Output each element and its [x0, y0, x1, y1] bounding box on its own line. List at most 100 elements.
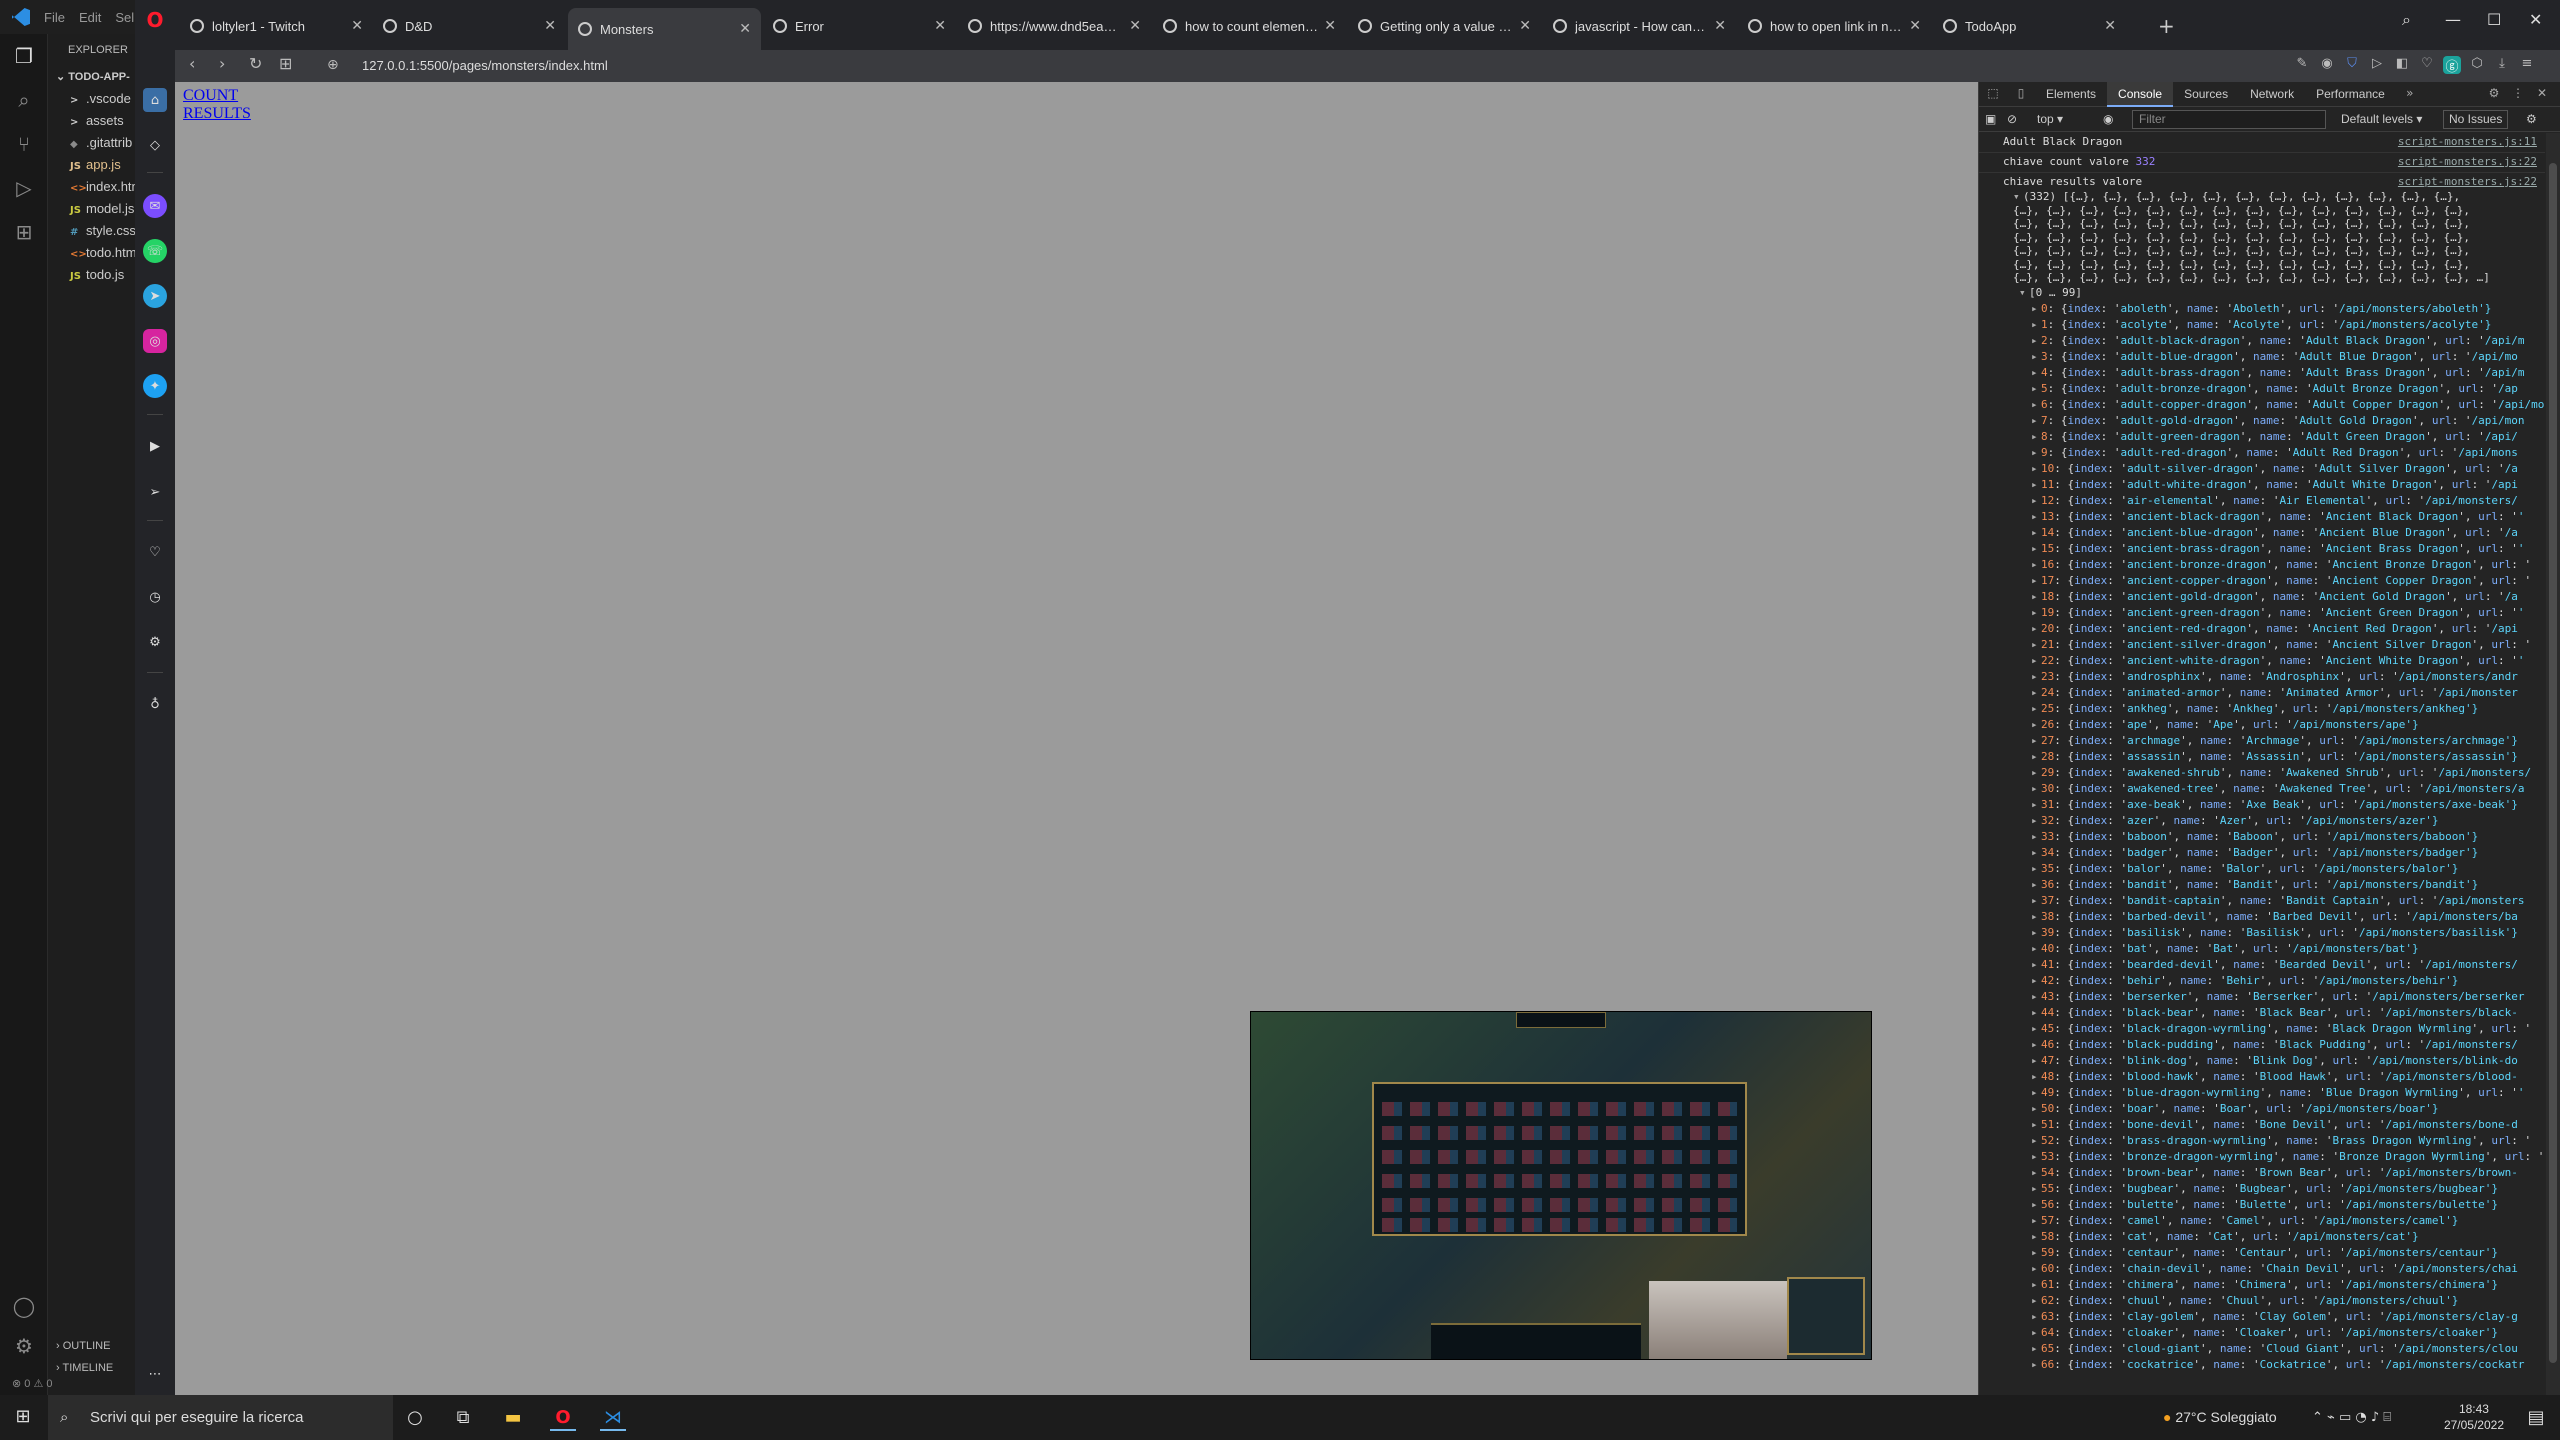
opera-taskbar-icon[interactable]: O [550, 1405, 576, 1431]
expand-caret-icon[interactable]: ▸ [2031, 541, 2041, 557]
more-tabs-icon[interactable]: » [2402, 86, 2418, 102]
vscode-taskbar-icon[interactable]: ⋊ [600, 1405, 626, 1431]
array-item[interactable]: ▸ 9: {index: 'adult-red-dragon', name: 'A… [1979, 445, 2545, 461]
array-item[interactable]: ▸ 48: {index: 'blood-hawk', name: 'Blood … [1979, 1069, 2545, 1085]
expand-caret-icon[interactable]: ▸ [2031, 1165, 2041, 1181]
settings-gear-icon[interactable]: ⚙ [2486, 86, 2502, 102]
expand-caret-icon[interactable]: ▸ [2031, 349, 2041, 365]
expand-caret-icon[interactable]: ▸ [2031, 877, 2041, 893]
array-item[interactable]: ▸ 37: {index: 'bandit-captain', name: 'Ba… [1979, 893, 2545, 909]
array-group[interactable]: ▾ [0 … 99] [1979, 285, 2545, 301]
expand-caret-icon[interactable]: ▸ [2031, 1053, 2041, 1069]
expand-caret-icon[interactable]: ▸ [2031, 1261, 2041, 1277]
expand-caret-icon[interactable]: ▸ [2031, 749, 2041, 765]
expand-caret-icon[interactable]: ▸ [2031, 557, 2041, 573]
expand-caret-icon[interactable]: ▸ [2031, 1325, 2041, 1341]
expand-caret-icon[interactable]: ▸ [2031, 301, 2041, 317]
download-icon[interactable]: ⤓ [2493, 56, 2511, 74]
array-item[interactable]: ▸ 31: {index: 'axe-beak', name: 'Axe Beak… [1979, 797, 2545, 813]
tab-sources[interactable]: Sources [2173, 82, 2239, 107]
forward-button[interactable]: › [219, 54, 225, 73]
array-item[interactable]: ▸ 56: {index: 'bulette', name: 'Bulette',… [1979, 1197, 2545, 1213]
device-toolbar-icon[interactable]: ▯ [2013, 86, 2029, 102]
expand-caret-icon[interactable]: ▸ [2031, 669, 2041, 685]
array-item[interactable]: ▸ 21: {index: 'ancient-silver-dragon', na… [1979, 637, 2545, 653]
expand-caret-icon[interactable]: ▸ [2031, 413, 2041, 429]
array-item[interactable]: ▸ 66: {index: 'cockatrice', name: 'Cockat… [1979, 1357, 2545, 1373]
source-link[interactable]: script-monsters.js:22 [2398, 175, 2537, 189]
file-tree-item[interactable]: JS todo.js [48, 264, 135, 286]
array-item[interactable]: ▸ 30: {index: 'awakened-tree', name: 'Awa… [1979, 781, 2545, 797]
expand-caret-icon[interactable]: ▸ [2031, 909, 2041, 925]
expand-caret-icon[interactable]: ▾ [2019, 285, 2029, 301]
file-tree-item[interactable]: <>todo.htm [48, 242, 135, 264]
send-icon[interactable]: ➢ [143, 480, 167, 504]
console-scrollbar[interactable] [2546, 133, 2560, 1395]
account-icon[interactable]: ◯ [12, 1294, 36, 1318]
explorer-icon[interactable]: ❐ [12, 44, 36, 68]
source-control-icon[interactable]: ⑂ [12, 132, 36, 156]
tips-bulb-icon[interactable]: ♁ [143, 692, 167, 716]
expand-caret-icon[interactable]: ▸ [2031, 941, 2041, 957]
close-tab-icon[interactable]: ✕ [351, 18, 363, 34]
expand-caret-icon[interactable]: ▸ [2031, 1117, 2041, 1133]
new-tab-button[interactable]: + [2158, 14, 2175, 38]
tabs-overview-button[interactable]: ⊞ [279, 54, 292, 73]
whatsapp-icon[interactable]: ☏ [143, 239, 167, 263]
expand-caret-icon[interactable]: ▸ [2031, 781, 2041, 797]
expand-caret-icon[interactable]: ▸ [2031, 685, 2041, 701]
array-item[interactable]: ▸ 32: {index: 'azer', name: 'Azer', url: … [1979, 813, 2545, 829]
array-item[interactable]: ▸ 62: {index: 'chuul', name: 'Chuul', url… [1979, 1293, 2545, 1309]
array-item[interactable]: ▸ 27: {index: 'archmage', name: 'Archmage… [1979, 733, 2545, 749]
expand-caret-icon[interactable]: ▸ [2031, 1309, 2041, 1325]
windows-start-icon[interactable]: ⊞ [10, 1404, 36, 1430]
array-item[interactable]: ▸ 34: {index: 'badger', name: 'Badger', u… [1979, 845, 2545, 861]
expand-caret-icon[interactable]: ▸ [2031, 525, 2041, 541]
array-item[interactable]: ▸ 5: {index: 'adult-bronze-dragon', name:… [1979, 381, 2545, 397]
array-item[interactable]: ▸ 50: {index: 'boar', name: 'Boar', url: … [1979, 1101, 2545, 1117]
settings-gear-icon[interactable]: ⚙ [143, 630, 167, 654]
expand-caret-icon[interactable]: ▸ [2031, 1293, 2041, 1309]
close-tab-icon[interactable]: ✕ [739, 21, 751, 37]
crypto-wallet-icon[interactable]: ◧ [2393, 56, 2411, 74]
taskbar-clock[interactable]: 18:43 27/05/2022 [2444, 1401, 2504, 1433]
project-folder[interactable]: ⌄ TODO-APP- [48, 66, 135, 88]
close-tab-icon[interactable]: ✕ [544, 18, 556, 34]
speed-dial-icon[interactable]: ◇ [143, 133, 167, 157]
array-item[interactable]: ▸ 7: {index: 'adult-gold-dragon', name: '… [1979, 413, 2545, 429]
browser-tab[interactable]: how to count elements in a ✕ [1153, 10, 1346, 42]
array-item[interactable]: ▸ 52: {index: 'brass-dragon-wyrmling', na… [1979, 1133, 2545, 1149]
task-view-icon[interactable]: ⧉ [450, 1405, 476, 1431]
expand-caret-icon[interactable]: ▸ [2031, 1037, 2041, 1053]
expand-caret-icon[interactable]: ▸ [2031, 493, 2041, 509]
tab-network[interactable]: Network [2239, 82, 2305, 107]
close-tab-icon[interactable]: ✕ [934, 18, 946, 34]
browser-tab[interactable]: Getting only a value from a✕ [1348, 10, 1541, 42]
array-item[interactable]: ▸ 8: {index: 'adult-green-dragon', name: … [1979, 429, 2545, 445]
tab-search-icon[interactable]: ⌕ [2402, 10, 2411, 30]
weather-widget[interactable]: ● 27°C Soleggiato [2163, 1395, 2277, 1440]
instagram-icon[interactable]: ◎ [143, 329, 167, 353]
close-icon[interactable]: ✕ [2534, 86, 2550, 102]
array-item[interactable]: ▸ 23: {index: 'androsphinx', name: 'Andro… [1979, 669, 2545, 685]
expand-caret-icon[interactable]: ▸ [2031, 333, 2041, 349]
expand-caret-icon[interactable]: ▸ [2031, 653, 2041, 669]
file-tree-item[interactable]: ◆ .gitattrib [48, 132, 135, 154]
array-item[interactable]: ▸ 57: {index: 'camel', name: 'Camel', url… [1979, 1213, 2545, 1229]
expand-caret-icon[interactable]: ▸ [2031, 573, 2041, 589]
clear-console-icon[interactable]: ⊘ [2007, 112, 2017, 126]
array-item[interactable]: ▸ 53: {index: 'bronze-dragon-wyrmling', n… [1979, 1149, 2545, 1165]
minimize-button[interactable]: — [2445, 10, 2461, 29]
array-item[interactable]: ▸ 61: {index: 'chimera', name: 'Chimera',… [1979, 1277, 2545, 1293]
expand-caret-icon[interactable]: ▸ [2031, 589, 2041, 605]
array-item[interactable]: ▸ 3: {index: 'adult-blue-dragon', name: '… [1979, 349, 2545, 365]
array-item[interactable]: ▸ 22: {index: 'ancient-white-dragon', nam… [1979, 653, 2545, 669]
vpn-shield-icon[interactable]: ⛉ [2343, 56, 2361, 74]
array-item[interactable]: ▸ 58: {index: 'cat', name: 'Cat', url: '/… [1979, 1229, 2545, 1245]
expand-caret-icon[interactable]: ▸ [2031, 1229, 2041, 1245]
expand-caret-icon[interactable]: ▸ [2031, 1213, 2041, 1229]
browser-tab[interactable]: loltyler1 - Twitch ✕ [180, 10, 373, 42]
array-item[interactable]: ▸ 19: {index: 'ancient-green-dragon', nam… [1979, 605, 2545, 621]
expand-caret-icon[interactable]: ▸ [2031, 989, 2041, 1005]
maximize-button[interactable]: ☐ [2487, 10, 2501, 29]
